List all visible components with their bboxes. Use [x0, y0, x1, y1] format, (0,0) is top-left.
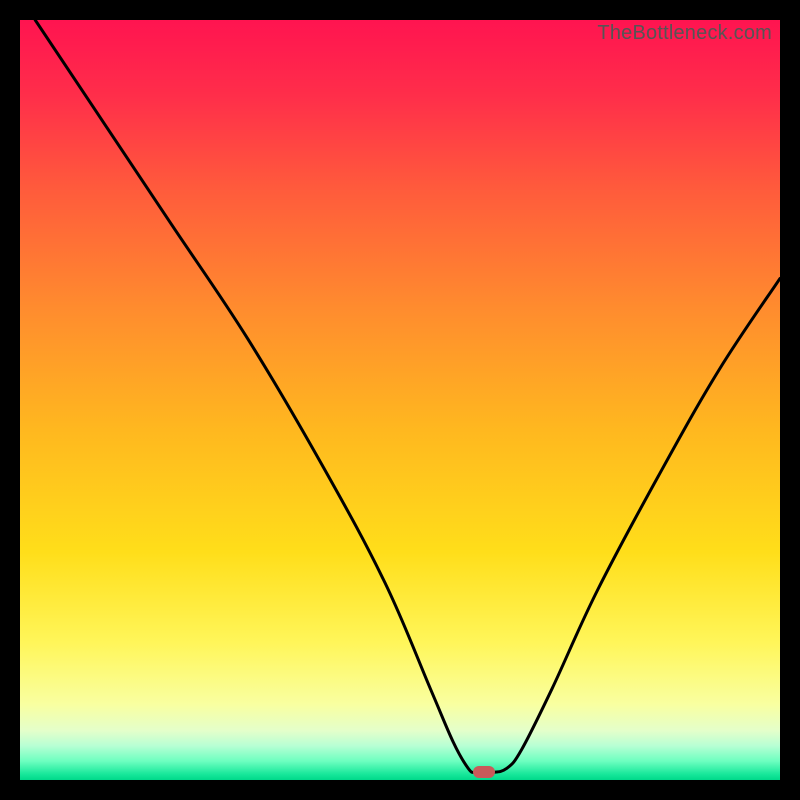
plot-area: TheBottleneck.com — [20, 20, 780, 780]
chart-frame: TheBottleneck.com — [0, 0, 800, 800]
optimal-point-marker — [473, 766, 495, 778]
watermark-text: TheBottleneck.com — [597, 22, 772, 45]
bottleneck-curve — [20, 20, 780, 780]
